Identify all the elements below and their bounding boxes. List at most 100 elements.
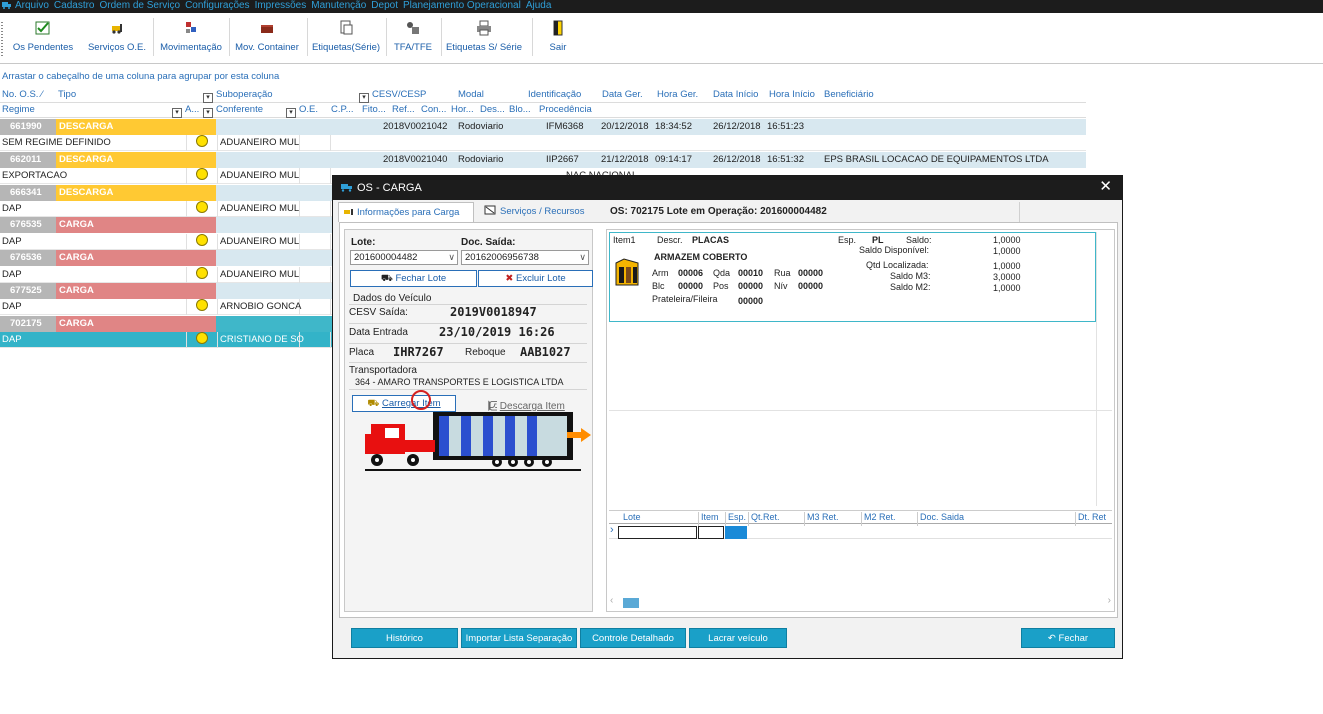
excluir-lote-button[interactable]: ✖ Excluir Lote [478,270,593,287]
lote-cell-editor[interactable] [618,526,697,539]
col-ref[interactable]: Ref... [392,104,415,115]
col-no-os[interactable]: No. O.S. ⁄ [2,89,43,100]
importar-lista-button[interactable]: Importar Lista Separação [461,628,577,648]
col-qt-ret[interactable]: Qt.Ret. [751,512,780,522]
detail-row[interactable]: SEM REGIME DEFINIDO ADUANEIRO MUL [0,135,1086,152]
tab-informacoes-carga[interactable]: Informações para Carga [338,202,474,222]
col-data-inicio[interactable]: Data Início [713,89,758,100]
etiquetas-sem-serie-button[interactable]: Etiquetas S/ Série [444,18,524,60]
chevron-right-icon[interactable]: › [1108,595,1111,606]
col-data-ger[interactable]: Data Ger. [602,89,643,100]
col-m2-ret[interactable]: M2 Ret. [864,512,896,522]
col-cesv[interactable]: ▾ CESV/CESP [359,89,426,103]
col-a[interactable]: ▾ A... [172,104,199,118]
menu-depot[interactable]: Depot [371,0,398,12]
menu-ajuda[interactable]: Ajuda [526,0,552,12]
chevron-left-icon[interactable]: ‹ [610,595,613,606]
col-con[interactable]: Con... [421,104,446,115]
cell-divider [186,168,187,185]
printer-icon [477,20,491,36]
grid-header-row-2: Regime ▾ A... ▾ Conferente ▾ O.E. C.P... Fi… [0,103,1086,118]
col-hor[interactable]: Hor... [451,104,474,115]
filter-toggle-icon[interactable]: ▾ [359,93,369,103]
col-suboperacao[interactable]: ▾ Suboperação [203,89,273,103]
etiquetas-serie-button[interactable]: Etiquetas(Série) [310,18,382,60]
os-pendentes-button[interactable]: Os Pendentes [10,18,76,60]
col-tipo[interactable]: Tipo [58,89,76,100]
os-number: 676536 [0,250,56,267]
regime-value: DAP [2,334,22,346]
os-type: CARGA [56,250,216,267]
menu-arquivo[interactable]: Arquivo [15,0,49,12]
pos-label: Pos [713,281,729,291]
vertical-scrollbar[interactable] [1096,232,1110,506]
col-m3-ret[interactable]: M3 Ret. [807,512,839,522]
sair-button[interactable]: Sair [538,18,578,60]
group-row[interactable]: 662011 DESCARGA 2018V0021040 Rodoviario IIP2… [0,151,1086,168]
dialog-title: OS - CARGA [357,182,422,194]
scrollbar-thumb[interactable] [623,598,639,608]
cesv-value: 2018V0021042 [383,121,448,132]
col-blo[interactable]: Blo... [509,104,531,115]
col-doc-saida[interactable]: Doc. Saida [920,512,964,522]
close-icon[interactable]: ✕ [1099,179,1112,195]
tfa-tfe-button[interactable]: TFA/TFE [390,18,436,60]
filter-toggle-icon[interactable]: ▾ [172,108,182,118]
col-identificacao[interactable]: Identificação [528,89,581,100]
col-cp[interactable]: C.P... [331,104,354,115]
lote-select[interactable]: 201600004482 ∨ [350,250,458,265]
filter-toggle-icon[interactable]: ▾ [203,108,213,118]
menu-ordem-servico[interactable]: Ordem de Serviço [99,0,180,12]
document-icon [484,205,496,215]
group-row[interactable]: 661990 DESCARGA 2018V0021042 Rodoviario IFM6… [0,119,1086,135]
tab-servicos-recursos[interactable]: Serviços / Recursos [480,202,598,222]
menu-manutencao[interactable]: Manutenção [311,0,366,12]
menu-planejamento[interactable]: Planejamento Operacional [403,0,521,12]
modal-value: Rodoviario [458,121,504,132]
col-modal[interactable]: Modal [458,89,484,100]
fechar-lote-button[interactable]: ⛟ Fechar Lote [350,270,477,287]
item-card[interactable]: Item1 Descr. PLACAS Esp. PL ARMAZEM COBE… [609,232,1096,322]
fechar-button[interactable]: ↶ Fechar [1021,628,1115,648]
col-lote[interactable]: Lote [623,512,641,522]
servicos-oe-button[interactable]: Serviços O.E. [86,18,148,60]
retirada-new-row[interactable]: › [609,524,1112,539]
menu-configuracoes[interactable]: Configurações [185,0,249,12]
dialog-title-bar[interactable]: OS - CARGA ✕ [333,176,1122,200]
lacrar-veiculo-button[interactable]: Lacrar veículo [689,628,787,648]
col-item[interactable]: Item [701,512,719,522]
smiley-status-icon [196,332,208,345]
col-des[interactable]: Des... [480,104,505,115]
filter-toggle-icon[interactable]: ▾ [203,93,213,103]
col-hora-ger[interactable]: Hora Ger. [657,89,698,100]
pos-value: 00000 [738,281,764,291]
toolbar-separator [307,18,308,56]
label-document-icon [340,20,353,35]
col-beneficiario[interactable]: Beneficiário [824,89,874,100]
historico-button[interactable]: Histórico [351,628,458,648]
mov-container-button[interactable]: Mov. Container [232,18,302,60]
conferente-value: ADUANEIRO MUL [220,137,300,149]
col-conferente[interactable]: ▾ Conferente [203,104,263,118]
col-dt-ret[interactable]: Dt. Ret [1078,512,1106,522]
esp-cell-selected[interactable] [725,526,747,539]
horizontal-scrollbar[interactable]: ‹ › [609,595,1112,608]
filter-toggle-icon[interactable]: ▾ [286,108,296,118]
col-fito[interactable]: Fito... [362,104,386,115]
menu-cadastro[interactable]: Cadastro [54,0,95,12]
col-regime[interactable]: Regime [2,104,35,115]
doc-saida-select[interactable]: 20162006956738 ∨ [461,250,589,265]
toolbar-grip[interactable] [1,22,3,56]
col-esp[interactable]: Esp. [728,512,746,522]
transportadora-label: Transportadora [349,365,417,376]
blc-label: Blc [652,281,665,291]
movimentacao-button[interactable]: Movimentação [158,18,224,60]
divider [349,323,587,324]
col-hora-inicio[interactable]: Hora Início [769,89,815,100]
col-procedencia[interactable]: Procedência [539,104,592,115]
controle-detalhado-button[interactable]: Controle Detalhado [580,628,686,648]
menu-impressoes[interactable]: Impressões [255,0,307,12]
col-oe[interactable]: ▾ O.E. [286,104,318,118]
item-cell[interactable] [698,526,724,539]
esp-label: Esp. [838,235,857,245]
